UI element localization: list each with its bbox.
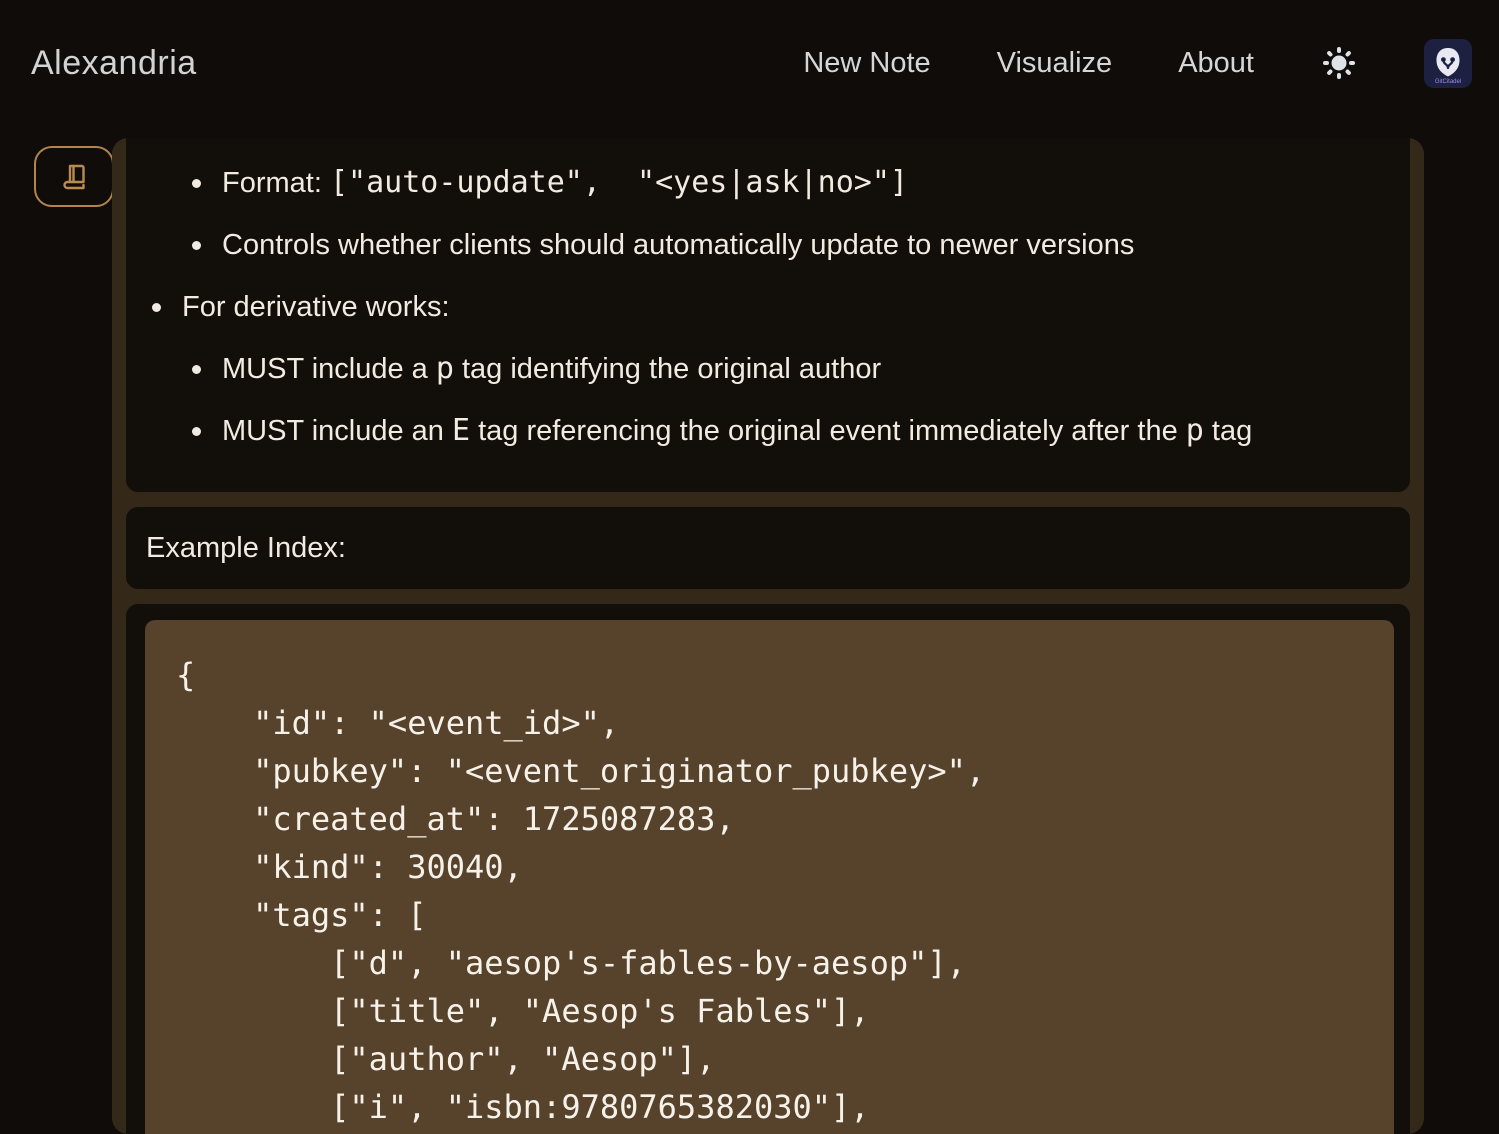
bullet-dot: [192, 241, 201, 250]
brand-title[interactable]: Alexandria: [31, 44, 197, 83]
example-index-label: Example Index:: [146, 532, 346, 564]
doc-list: Format: ["auto-update", "<yes|ask|no>"] C…: [152, 164, 1380, 450]
sun-icon: [1320, 44, 1358, 82]
code-block: { "id": "<event_id>", "pubkey": "<event_…: [145, 620, 1394, 1134]
example-index-card: Example Index:: [126, 507, 1410, 589]
nav-visualize[interactable]: Visualize: [997, 47, 1113, 80]
content-scroll-panel[interactable]: Format: ["auto-update", "<yes|ask|no>"] C…: [112, 138, 1424, 1134]
list-item: Controls whether clients should automati…: [192, 226, 1380, 264]
bullet-dot: [152, 303, 161, 312]
gitcitadel-logo[interactable]: GitCitadel: [1424, 39, 1472, 88]
list-item-text: Controls whether clients should automati…: [222, 226, 1134, 264]
list-item: Format: ["auto-update", "<yes|ask|no>"]: [192, 164, 1380, 202]
list-item: For derivative works:: [152, 288, 1380, 326]
sidebar-toggle-button[interactable]: [34, 146, 114, 207]
list-item-text: Format: ["auto-update", "<yes|ask|no>"]: [222, 164, 908, 202]
app-header: Alexandria New Note Visualize About: [0, 0, 1499, 130]
code-card: { "id": "<event_id>", "pubkey": "<event_…: [126, 604, 1410, 1134]
list-item-text: For derivative works:: [182, 288, 450, 326]
list-item: MUST include a p tag identifying the ori…: [192, 350, 1380, 388]
bullet-dot: [192, 179, 201, 188]
list-item-text: MUST include an E tag referencing the or…: [222, 412, 1252, 450]
nav-new-note[interactable]: New Note: [803, 47, 930, 80]
list-item-text: MUST include a p tag identifying the ori…: [222, 350, 881, 388]
nav-about[interactable]: About: [1178, 47, 1254, 80]
svg-text:GitCitadel: GitCitadel: [1435, 79, 1461, 85]
bullet-dot: [192, 427, 201, 436]
book-icon: [56, 159, 92, 195]
doc-card: Format: ["auto-update", "<yes|ask|no>"] C…: [126, 138, 1410, 492]
theme-toggle-button[interactable]: [1320, 44, 1358, 82]
list-item: MUST include an E tag referencing the or…: [192, 412, 1380, 450]
top-nav: New Note Visualize About: [803, 30, 1472, 96]
bullet-dot: [192, 365, 201, 374]
